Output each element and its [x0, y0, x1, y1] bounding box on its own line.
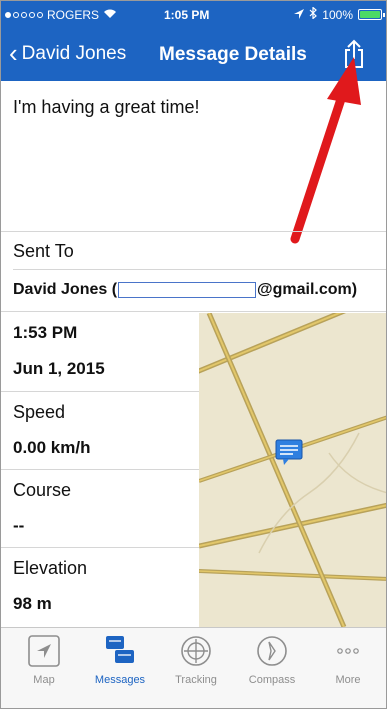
tab-compass[interactable]: Compass [234, 634, 310, 686]
red-arrow-annotation [290, 57, 361, 244]
carrier-signal: ROGERS [5, 8, 117, 22]
sent-to-label: Sent To [13, 241, 74, 261]
tab-more-label: More [335, 674, 361, 686]
detail-row-course: Course -- [1, 470, 199, 548]
back-button[interactable]: ‹ David Jones [9, 38, 127, 68]
app-screen: ROGERS 1:05 PM 100% ‹ David Jones Messag… [0, 0, 387, 709]
map-roads [199, 313, 386, 627]
tracking-icon [179, 634, 213, 668]
tab-map[interactable]: Map [6, 634, 82, 686]
tab-messages-label: Messages [94, 674, 146, 686]
compass-icon [255, 634, 289, 668]
status-right: 100% [294, 6, 385, 22]
recipient-name: David Jones ( [13, 281, 118, 298]
detail-course-value: -- [13, 516, 25, 535]
tab-more[interactable]: More [310, 634, 386, 686]
divider [1, 311, 386, 312]
battery-icon [358, 9, 385, 20]
detail-elevation-value: 98 m [13, 594, 52, 613]
status-bar: ROGERS 1:05 PM 100% [1, 1, 386, 29]
detail-date: Jun 1, 2015 [13, 359, 105, 378]
tab-map-label: Map [33, 674, 55, 686]
detail-row-elevation: Elevation 98 m [1, 548, 199, 626]
recipient-email-domain: @gmail.com) [257, 281, 358, 298]
battery-percent: 100% [322, 7, 353, 22]
divider [13, 269, 386, 270]
detail-course-label: Course [13, 480, 72, 500]
signal-strength-icon [5, 12, 43, 18]
wifi-icon [103, 8, 117, 22]
chevron-left-icon: ‹ [9, 38, 18, 68]
detail-row-time: 1:53 PM Jun 1, 2015 [1, 313, 199, 391]
location-arrow-icon [294, 8, 305, 22]
tab-compass-label: Compass [248, 674, 296, 686]
divider [1, 231, 386, 232]
detail-time: 1:53 PM [13, 323, 78, 342]
messages-icon [103, 634, 137, 668]
message-text: I'm having a great time! [13, 97, 200, 117]
carrier-name: ROGERS [47, 8, 100, 22]
message-marker-icon[interactable] [275, 439, 303, 465]
tab-tracking[interactable]: Tracking [158, 634, 234, 686]
location-map[interactable] [199, 313, 386, 627]
redacted-email-box [118, 282, 257, 298]
back-button-label: David Jones [21, 43, 127, 64]
map-arrow-icon [27, 634, 61, 668]
tab-messages[interactable]: Messages [82, 634, 158, 686]
more-icon [331, 634, 365, 668]
detail-row-speed: Speed 0.00 km/h [1, 392, 199, 470]
recipient: David Jones ( @gmail.com) [13, 281, 357, 299]
detail-speed-value: 0.00 km/h [13, 438, 91, 457]
detail-speed-label: Speed [13, 402, 66, 422]
tab-bar: Map Messages Tracking Compass More [1, 627, 386, 708]
detail-elevation-label: Elevation [13, 558, 88, 578]
status-time: 1:05 PM [164, 8, 210, 22]
tab-tracking-label: Tracking [175, 674, 217, 686]
bluetooth-icon [309, 6, 318, 22]
